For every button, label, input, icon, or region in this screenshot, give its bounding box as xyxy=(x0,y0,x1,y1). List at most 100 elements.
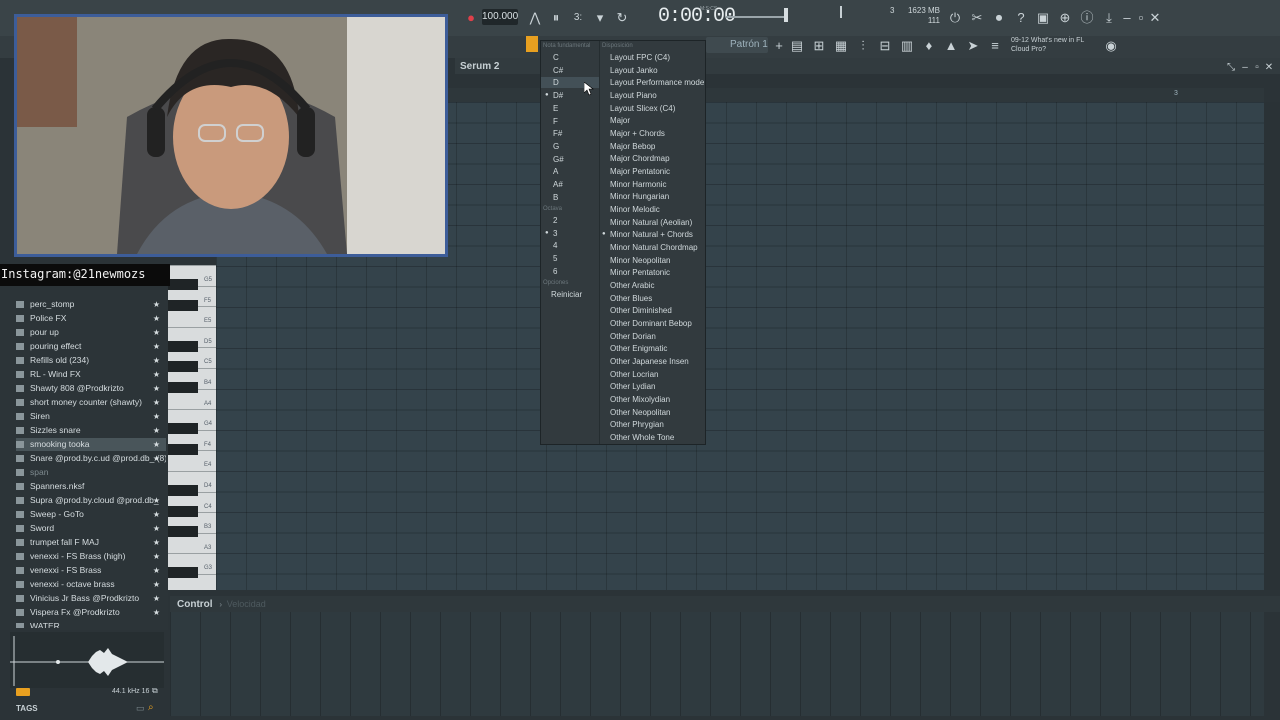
root-note-item[interactable]: F xyxy=(553,117,558,126)
root-note-item[interactable]: B xyxy=(553,193,558,202)
reset-button[interactable]: Reiniciar xyxy=(551,290,582,299)
scale-item[interactable]: Layout Janko xyxy=(610,66,658,75)
star-icon[interactable]: ★ xyxy=(153,396,160,409)
pattern-selector[interactable]: Patrón 1 xyxy=(706,37,768,53)
scale-item[interactable]: Other Lydian xyxy=(610,382,656,391)
stamp-tool-icon[interactable] xyxy=(526,36,538,52)
countdown-icon[interactable]: 3: xyxy=(569,9,587,27)
browser-item[interactable]: Spanners.nksf xyxy=(16,480,166,493)
scale-item[interactable]: Other Arabic xyxy=(610,281,654,290)
browser-item[interactable]: Refills old (234) ★ xyxy=(16,354,166,367)
browser-item[interactable]: venexxi - FS Brass (high) ★ xyxy=(16,550,166,563)
scale-item[interactable]: Other Mixolydian xyxy=(610,395,670,404)
plugin-picker-icon[interactable]: ♦ xyxy=(920,37,938,55)
star-icon[interactable]: ★ xyxy=(153,578,160,591)
star-icon[interactable]: ★ xyxy=(153,410,160,423)
root-note-item[interactable]: D xyxy=(553,78,559,87)
control-label[interactable]: Control › Velocidad xyxy=(177,599,266,610)
waveform-preview[interactable] xyxy=(10,632,164,688)
scale-item[interactable]: Other Enigmatic xyxy=(610,344,667,353)
info-icon[interactable]: ⓘ xyxy=(1078,9,1096,27)
tempo-display[interactable]: 100.000 xyxy=(482,9,518,25)
star-icon[interactable]: ★ xyxy=(153,452,160,465)
browser-item[interactable]: Sweep - GoTo ★ xyxy=(16,508,166,521)
metronome-icon[interactable]: ⋀ xyxy=(526,9,544,27)
root-note-item[interactable]: E xyxy=(553,104,558,113)
browser-item[interactable]: Sword ★ xyxy=(16,522,166,535)
folder-icon[interactable]: ▭ xyxy=(136,703,145,714)
root-note-item[interactable]: F# xyxy=(553,129,562,138)
browser-item[interactable]: span xyxy=(16,466,166,479)
power-icon[interactable]: ⏻ xyxy=(946,9,964,27)
browser-item[interactable]: Siren ★ xyxy=(16,410,166,423)
browser-item[interactable]: smooking tooka ★ xyxy=(16,438,166,451)
search-icon[interactable]: ⌕ xyxy=(148,702,154,713)
scale-item[interactable]: Other Whole Tone xyxy=(610,433,674,442)
scale-item[interactable]: Major xyxy=(610,116,630,125)
scale-item[interactable]: Minor Melodic xyxy=(610,205,660,214)
piano-roll-icon[interactable]: ⊞ xyxy=(810,37,828,55)
loop-toggle-icon[interactable]: ⧉ xyxy=(152,686,158,696)
wait-icon[interactable]: ⏸ xyxy=(547,9,565,27)
browser-item[interactable]: pour up ★ xyxy=(16,326,166,339)
settings-icon[interactable]: ◉ xyxy=(1102,37,1120,55)
star-icon[interactable]: ★ xyxy=(153,550,160,563)
browser-icon[interactable]: ▥ xyxy=(898,37,916,55)
project-icon[interactable]: ⊟ xyxy=(876,37,894,55)
star-icon[interactable]: ★ xyxy=(153,564,160,577)
star-icon[interactable]: ★ xyxy=(153,424,160,437)
scale-item[interactable]: Other Neopolitan xyxy=(610,408,670,417)
mic-icon[interactable]: ⏺ xyxy=(990,9,1008,27)
star-icon[interactable]: ★ xyxy=(153,326,160,339)
save-icon[interactable]: ▣ xyxy=(1034,9,1052,27)
browser-item[interactable]: Shawty 808 @Prodkrizto ★ xyxy=(16,382,166,395)
star-icon[interactable]: ★ xyxy=(153,340,160,353)
star-icon[interactable]: ★ xyxy=(153,494,160,507)
root-note-item[interactable]: C xyxy=(553,53,559,62)
cut-icon[interactable]: ✂ xyxy=(968,9,986,27)
star-icon[interactable]: ★ xyxy=(153,592,160,605)
scale-item[interactable]: Minor Natural Chordmap xyxy=(610,243,698,252)
browser-item[interactable]: WATER xyxy=(16,620,166,628)
star-icon[interactable]: ★ xyxy=(153,536,160,549)
scale-item[interactable]: Minor Natural (Aeolian) xyxy=(610,218,692,227)
browser-item[interactable]: Police FX ★ xyxy=(16,312,166,325)
star-icon[interactable]: ★ xyxy=(153,382,160,395)
scale-item[interactable]: Layout Slicex (C4) xyxy=(610,104,675,113)
octave-item[interactable]: 3 xyxy=(553,229,557,238)
scale-item[interactable]: Minor Hungarian xyxy=(610,192,669,201)
browser-item[interactable]: Vispera Fx @Prodkrizto ★ xyxy=(16,606,166,619)
star-icon[interactable]: ★ xyxy=(153,298,160,311)
news-panel[interactable]: 09-12 What's new in FL Cloud Pro? xyxy=(1011,36,1106,54)
scale-item[interactable]: Minor Harmonic xyxy=(610,180,666,189)
browser-item[interactable]: perc_stomp ★ xyxy=(16,298,166,311)
octave-item[interactable]: 2 xyxy=(553,216,557,225)
scale-item[interactable]: Minor Pentatonic xyxy=(610,268,670,277)
blend-icon[interactable]: ▾ xyxy=(591,9,609,27)
browser-item[interactable]: venexxi - octave brass ★ xyxy=(16,578,166,591)
browser-item[interactable]: Vinicius Jr Bass @Prodkrizto ★ xyxy=(16,592,166,605)
star-icon[interactable]: ★ xyxy=(153,522,160,535)
star-icon[interactable]: ★ xyxy=(153,438,160,451)
scale-item[interactable]: Major Pentatonic xyxy=(610,167,670,176)
scale-item[interactable]: Other Blues xyxy=(610,294,652,303)
scale-item[interactable]: Other Diminished xyxy=(610,306,672,315)
scale-item[interactable]: Other Japanese Insen xyxy=(610,357,689,366)
pointer-icon[interactable]: ➤ xyxy=(964,37,982,55)
scale-item[interactable]: Other Dominant Bebop xyxy=(610,319,692,328)
master-pitch-slider[interactable] xyxy=(840,6,842,18)
star-icon[interactable]: ★ xyxy=(153,312,160,325)
octave-item[interactable]: 4 xyxy=(553,241,557,250)
scale-item[interactable]: Layout Piano xyxy=(610,91,657,100)
octave-item[interactable]: 6 xyxy=(553,267,557,276)
scale-item[interactable]: Other Locrian xyxy=(610,370,658,379)
scale-item[interactable]: Minor Natural + Chords xyxy=(610,230,693,239)
velocity-lane[interactable] xyxy=(170,612,1264,716)
scale-item[interactable]: Major + Chords xyxy=(610,129,665,138)
browser-item[interactable]: short money counter (shawty) ★ xyxy=(16,396,166,409)
star-icon[interactable]: ★ xyxy=(153,354,160,367)
loop-icon[interactable]: ↻ xyxy=(613,9,631,27)
root-note-item[interactable]: A# xyxy=(553,180,563,189)
pr-close-icon[interactable]: ✕ xyxy=(1260,59,1278,77)
scale-item[interactable]: Major Chordmap xyxy=(610,154,670,163)
